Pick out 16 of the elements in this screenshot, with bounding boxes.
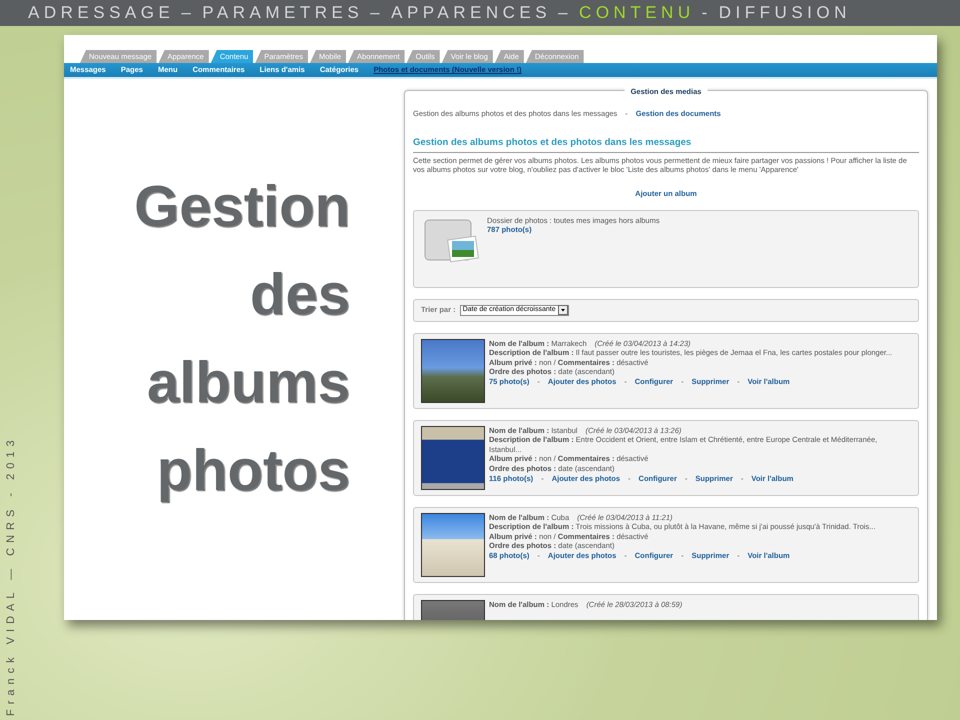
photo-placeholder [421,338,485,403]
separator: - [702,3,712,22]
author-credit: Franck VIDAL — CNRS - 2013 [4,435,18,716]
caret-icon [558,305,568,316]
photo-placeholder [421,512,485,577]
separator: – [181,3,196,22]
step-label: ADRESSAGE [28,3,174,22]
separator: – [370,3,384,22]
step-label: CONTENU [579,3,695,22]
separator: – [558,3,572,22]
step-label: DIFFUSION [718,3,851,22]
slide-title: Gestion des albums photos [133,173,350,505]
section-heading: Gestion des albums photos et des photos dans les messages [413,136,919,153]
photo-placeholder [421,426,485,490]
step-label: PARAMETRES [202,3,364,22]
step-label: APPARENCES [391,3,552,22]
